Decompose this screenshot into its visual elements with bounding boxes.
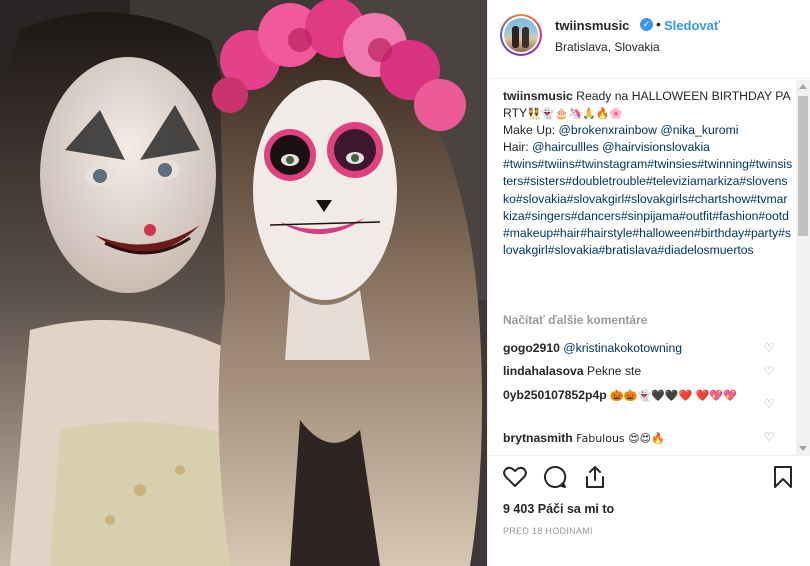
makeup-label: Make Up: [503,123,559,138]
hair-label: Hair: [503,140,533,155]
scroll-thumb[interactable] [798,96,808,236]
caption-username[interactable]: twiinsmusic [503,89,573,103]
makeup-handle-link[interactable]: @nika_kuromi [660,123,738,137]
load-more-comments-button[interactable]: Načítať ďalšie komentáre [503,313,647,327]
post-photo[interactable] [0,0,487,566]
post-details-panel: twiinsmusic ✓ • Sledovať Bratislava, Slo… [487,0,810,566]
list-item: gogo2910 @kristinakokotowning [503,340,768,357]
header-separator: • [656,16,661,32]
hair-handle-link[interactable]: @hairvisionslovakia [602,140,710,154]
share-upload-icon[interactable] [582,464,608,490]
comment-username[interactable]: gogo2910 [503,341,560,355]
comment-text: Fabulous 😍😍🔥 [576,432,665,445]
list-item: 0yb250107852p4p 🎃🎃👻🖤🖤❤️ ❤️💖💖 [503,387,768,404]
comment-like-heart-icon[interactable]: ♡ [763,365,775,377]
comment-text: Pekne ste [587,364,642,378]
comment-text[interactable]: @kristinakokotowning [563,341,682,355]
likes-count[interactable]: 9 403 Páči sa mi to [503,502,614,516]
halloween-makeup-photo [0,0,487,566]
scroll-down-arrow-icon[interactable] [799,446,807,451]
makeup-handle-link[interactable]: @brokenxrainbow [559,123,657,137]
post-caption: twiinsmusic Ready na HALLOWEEN BIRTHDAY … [503,88,793,259]
comment-username[interactable]: lindahalasova [503,364,584,378]
post-actions-bar: 9 403 Páči sa mi to PRED 18 HODINAMI [488,455,810,566]
caption-emojis: 👯👻🎂🦄🙏🔥🌸 [527,107,624,121]
bookmark-icon[interactable] [770,464,796,490]
post-username[interactable]: twiinsmusic [555,18,629,33]
speech-bubble-icon[interactable] [542,464,568,490]
comment-like-heart-icon[interactable]: ♡ [763,431,775,443]
comment-like-heart-icon[interactable]: ♡ [763,342,775,354]
comment-text: 🎃🎃👻🖤🖤❤️ ❤️💖💖 [610,389,737,402]
comment-like-heart-icon[interactable]: ♡ [763,398,775,410]
list-item: lindahalasova Pekne ste [503,363,768,380]
heart-outline-icon[interactable] [502,464,528,490]
comments-section[interactable]: twiinsmusic Ready na HALLOWEEN BIRTHDAY … [488,80,810,455]
hair-handle-link[interactable]: @haircullles [532,140,599,154]
avatar[interactable] [500,14,542,56]
post-timestamp[interactable]: PRED 18 HODINAMI [503,526,593,536]
follow-button[interactable]: Sledovať [664,18,720,33]
comments-scrollbar[interactable] [796,80,810,455]
comment-username[interactable]: brytnasmith [503,431,573,445]
hashtags-link[interactable]: #twins#twiins#twinstagram#twinsies#twinn… [503,157,792,256]
verified-badge-icon: ✓ [640,18,653,31]
post-header: twiinsmusic ✓ • Sledovať Bratislava, Slo… [488,0,810,79]
list-item: brytnasmith Fabulous 😍😍🔥 [503,430,768,447]
scroll-up-arrow-icon[interactable] [799,84,807,89]
post-location[interactable]: Bratislava, Slovakia [555,40,660,54]
comment-username[interactable]: 0yb250107852p4p [503,388,607,402]
